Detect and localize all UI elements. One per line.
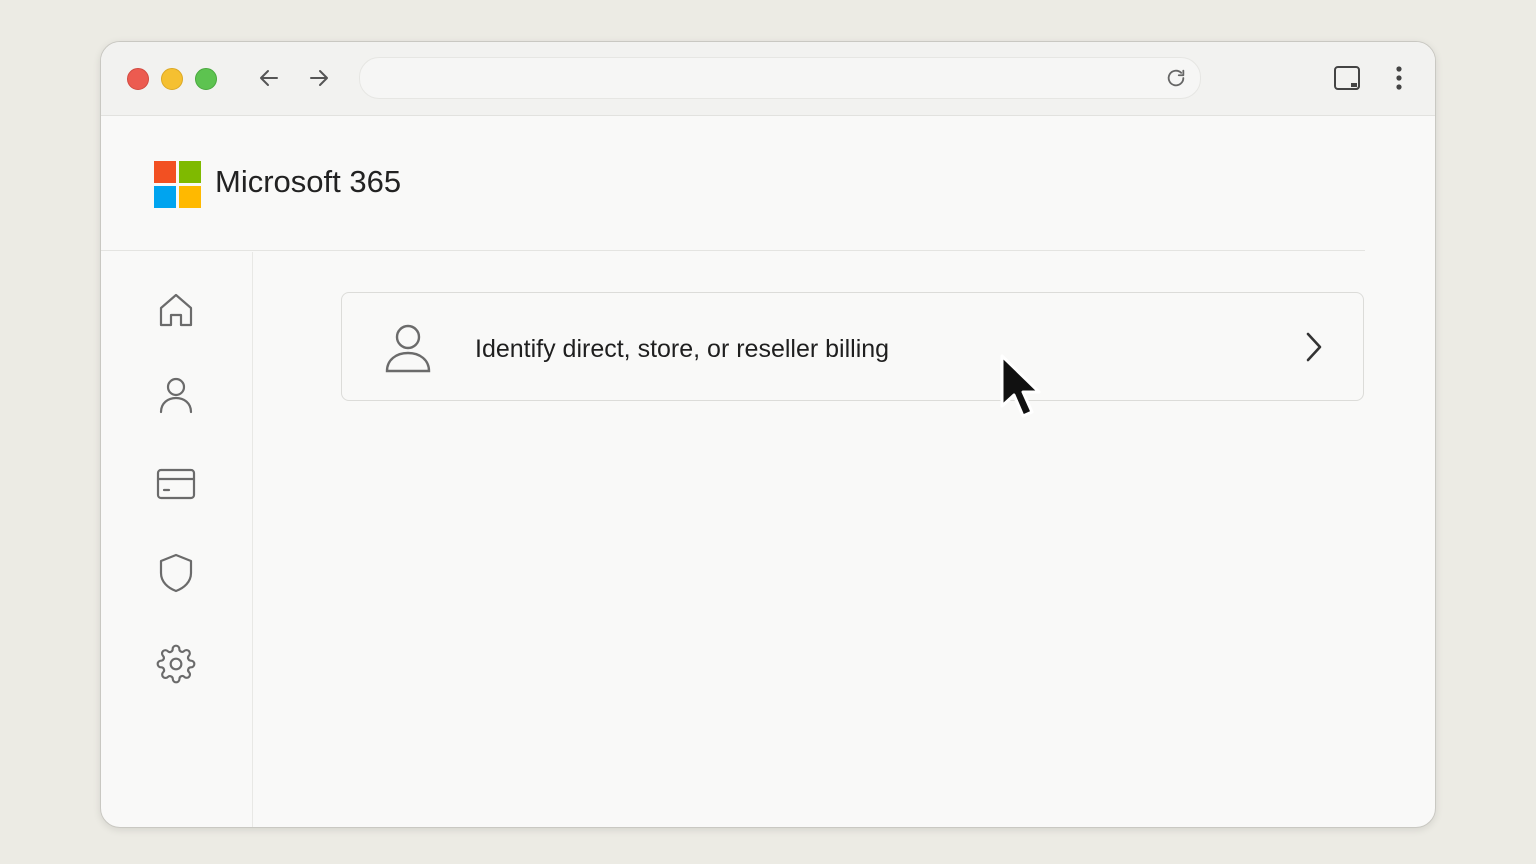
sidebar [101,252,253,827]
more-vertical-icon [1396,66,1402,90]
billing-identify-card[interactable]: Identify direct, store, or reseller bill… [341,292,1364,401]
card-label: Identify direct, store, or reseller bill… [475,335,890,363]
person-icon [384,322,432,374]
logo-red-square [154,161,176,183]
logo-green-square [179,161,201,183]
app-header: Microsoft 365 [101,116,1365,251]
shield-icon [159,553,193,593]
side-panel-icon [1334,66,1360,90]
sidebar-item-home[interactable] [155,289,197,331]
sidebar-item-settings[interactable] [155,643,197,685]
app-title: Microsoft 365 [215,164,402,199]
reload-icon [1167,69,1185,87]
logo-yellow-square [179,186,201,208]
microsoft-logo[interactable] [154,161,201,208]
sidebar-item-security[interactable] [155,552,197,594]
more-menu-button[interactable] [1389,64,1409,92]
address-bar[interactable] [359,57,1201,100]
reload-button[interactable] [1164,66,1188,90]
arrow-left-icon [260,70,278,86]
home-icon [159,293,193,327]
maximize-window-button[interactable] [195,68,217,90]
browser-window: Microsoft 365 Identify direct, store, or… [100,41,1436,828]
side-panel-button[interactable] [1333,64,1361,92]
gear-icon [156,644,196,684]
browser-toolbar [101,42,1435,116]
close-window-button[interactable] [127,68,149,90]
user-icon [159,377,193,414]
url-input[interactable] [376,58,1140,100]
minimize-window-button[interactable] [161,68,183,90]
credit-card-icon [156,468,196,500]
sidebar-item-users[interactable] [155,374,197,416]
forward-button[interactable] [305,64,333,92]
logo-blue-square [154,186,176,208]
sidebar-item-billing[interactable] [155,463,197,505]
arrow-right-icon [310,70,328,86]
back-button[interactable] [255,64,283,92]
chevron-right-icon [1300,331,1326,363]
